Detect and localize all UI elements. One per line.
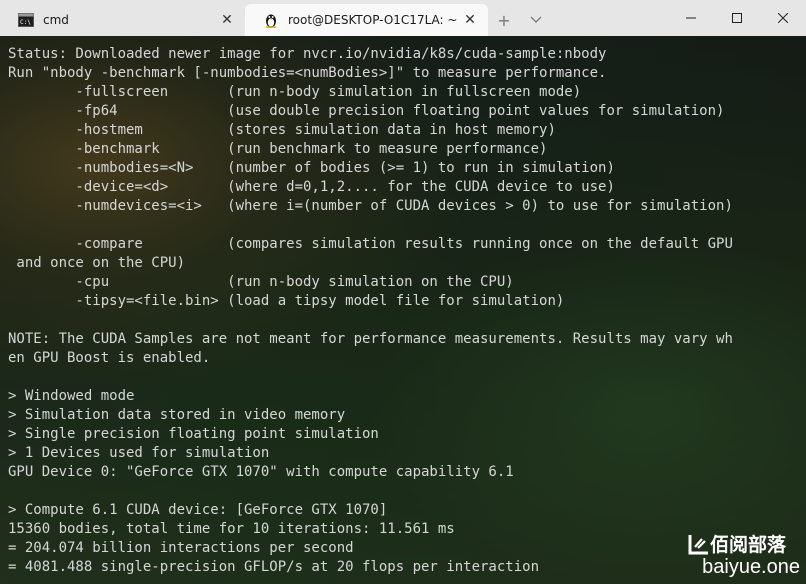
terminal-output-area[interactable]: Status: Downloaded newer image for nvcr.… (0, 36, 806, 584)
terminal-line: NOTE: The CUDA Samples are not meant for… (8, 331, 733, 347)
close-icon (778, 13, 788, 23)
terminal-line: -tipsy=<file.bin> (load a tipsy model fi… (8, 293, 565, 309)
close-tab-icon[interactable]: ✕ (460, 10, 480, 30)
terminal-line: -device=<d> (where d=0,1,2.... for the C… (8, 179, 615, 195)
terminal-window: C:\ cmd ✕ root@DESKTOP-O1C17LA: ~ ✕ + St… (0, 0, 806, 584)
watermark-title: 佰阅部落 (710, 534, 787, 556)
linux-penguin-icon (263, 12, 279, 28)
terminal-line: > Single precision floating point simula… (8, 426, 379, 442)
terminal-line: = 4081.488 single-precision GFLOP/s at 2… (8, 559, 540, 575)
close-tab-icon[interactable]: ✕ (217, 10, 237, 30)
terminal-line: -fullscreen (run n-body simulation in fu… (8, 84, 582, 100)
tab-title: cmd (43, 13, 69, 27)
minimize-icon (686, 17, 696, 19)
terminal-line: en GPU Boost is enabled. (8, 350, 211, 366)
svg-text:C:\: C:\ (20, 19, 31, 26)
terminal-line: and once on the CPU) (8, 255, 186, 271)
minimize-button[interactable] (668, 0, 714, 36)
terminal-line: -cpu (run n-body simulation on the CPU) (8, 274, 514, 290)
new-tab-button[interactable]: + (488, 4, 520, 36)
terminal-line: > Windowed mode (8, 388, 135, 404)
maximize-icon (732, 13, 742, 23)
terminal-text: Status: Downloaded newer image for nvcr.… (8, 45, 733, 577)
brand-logo-icon (688, 534, 708, 554)
terminal-line: 15360 bodies, total time for 10 iteratio… (8, 521, 455, 537)
terminal-line: -numdevices=<i> (where i=(number of CUDA… (8, 198, 733, 214)
watermark-logo: 佰阅部落 baiyue.one (688, 530, 800, 582)
watermark-domain: baiyue.one (702, 556, 800, 578)
cmd-icon: C:\ (18, 12, 34, 28)
watermark-brand: 佰阅部落 (688, 530, 786, 557)
terminal-line: > Simulation data stored in video memory (8, 407, 346, 423)
tab-cmd[interactable]: C:\ cmd ✕ (0, 4, 245, 36)
chevron-down-icon (530, 16, 542, 23)
tab-dropdown-button[interactable] (520, 4, 552, 36)
terminal-line: > 1 Devices used for simulation (8, 445, 270, 461)
terminal-line: Run "nbody -benchmark [-numbodies=<numBo… (8, 65, 607, 81)
window-controls (668, 0, 806, 36)
tab-bar: C:\ cmd ✕ root@DESKTOP-O1C17LA: ~ ✕ + (0, 0, 806, 36)
close-window-button[interactable] (760, 0, 806, 36)
maximize-button[interactable] (714, 0, 760, 36)
terminal-line: GPU Device 0: "GeForce GTX 1070" with co… (8, 464, 514, 480)
terminal-line: = 204.074 billion interactions per secon… (8, 540, 354, 556)
terminal-line: -hostmem (stores simulation data in host… (8, 122, 556, 138)
tab-title: root@DESKTOP-O1C17LA: ~ (288, 13, 458, 27)
tab-root-shell[interactable]: root@DESKTOP-O1C17LA: ~ ✕ (245, 4, 488, 36)
terminal-line: -fp64 (use double precision floating poi… (8, 103, 725, 119)
terminal-line: -numbodies=<N> (number of bodies (>= 1) … (8, 160, 615, 176)
terminal-line: -benchmark (run benchmark to measure per… (8, 141, 548, 157)
terminal-line: > Compute 6.1 CUDA device: [GeForce GTX … (8, 502, 388, 518)
terminal-line: Status: Downloaded newer image for nvcr.… (8, 46, 607, 62)
terminal-line: -compare (compares simulation results ru… (8, 236, 733, 252)
